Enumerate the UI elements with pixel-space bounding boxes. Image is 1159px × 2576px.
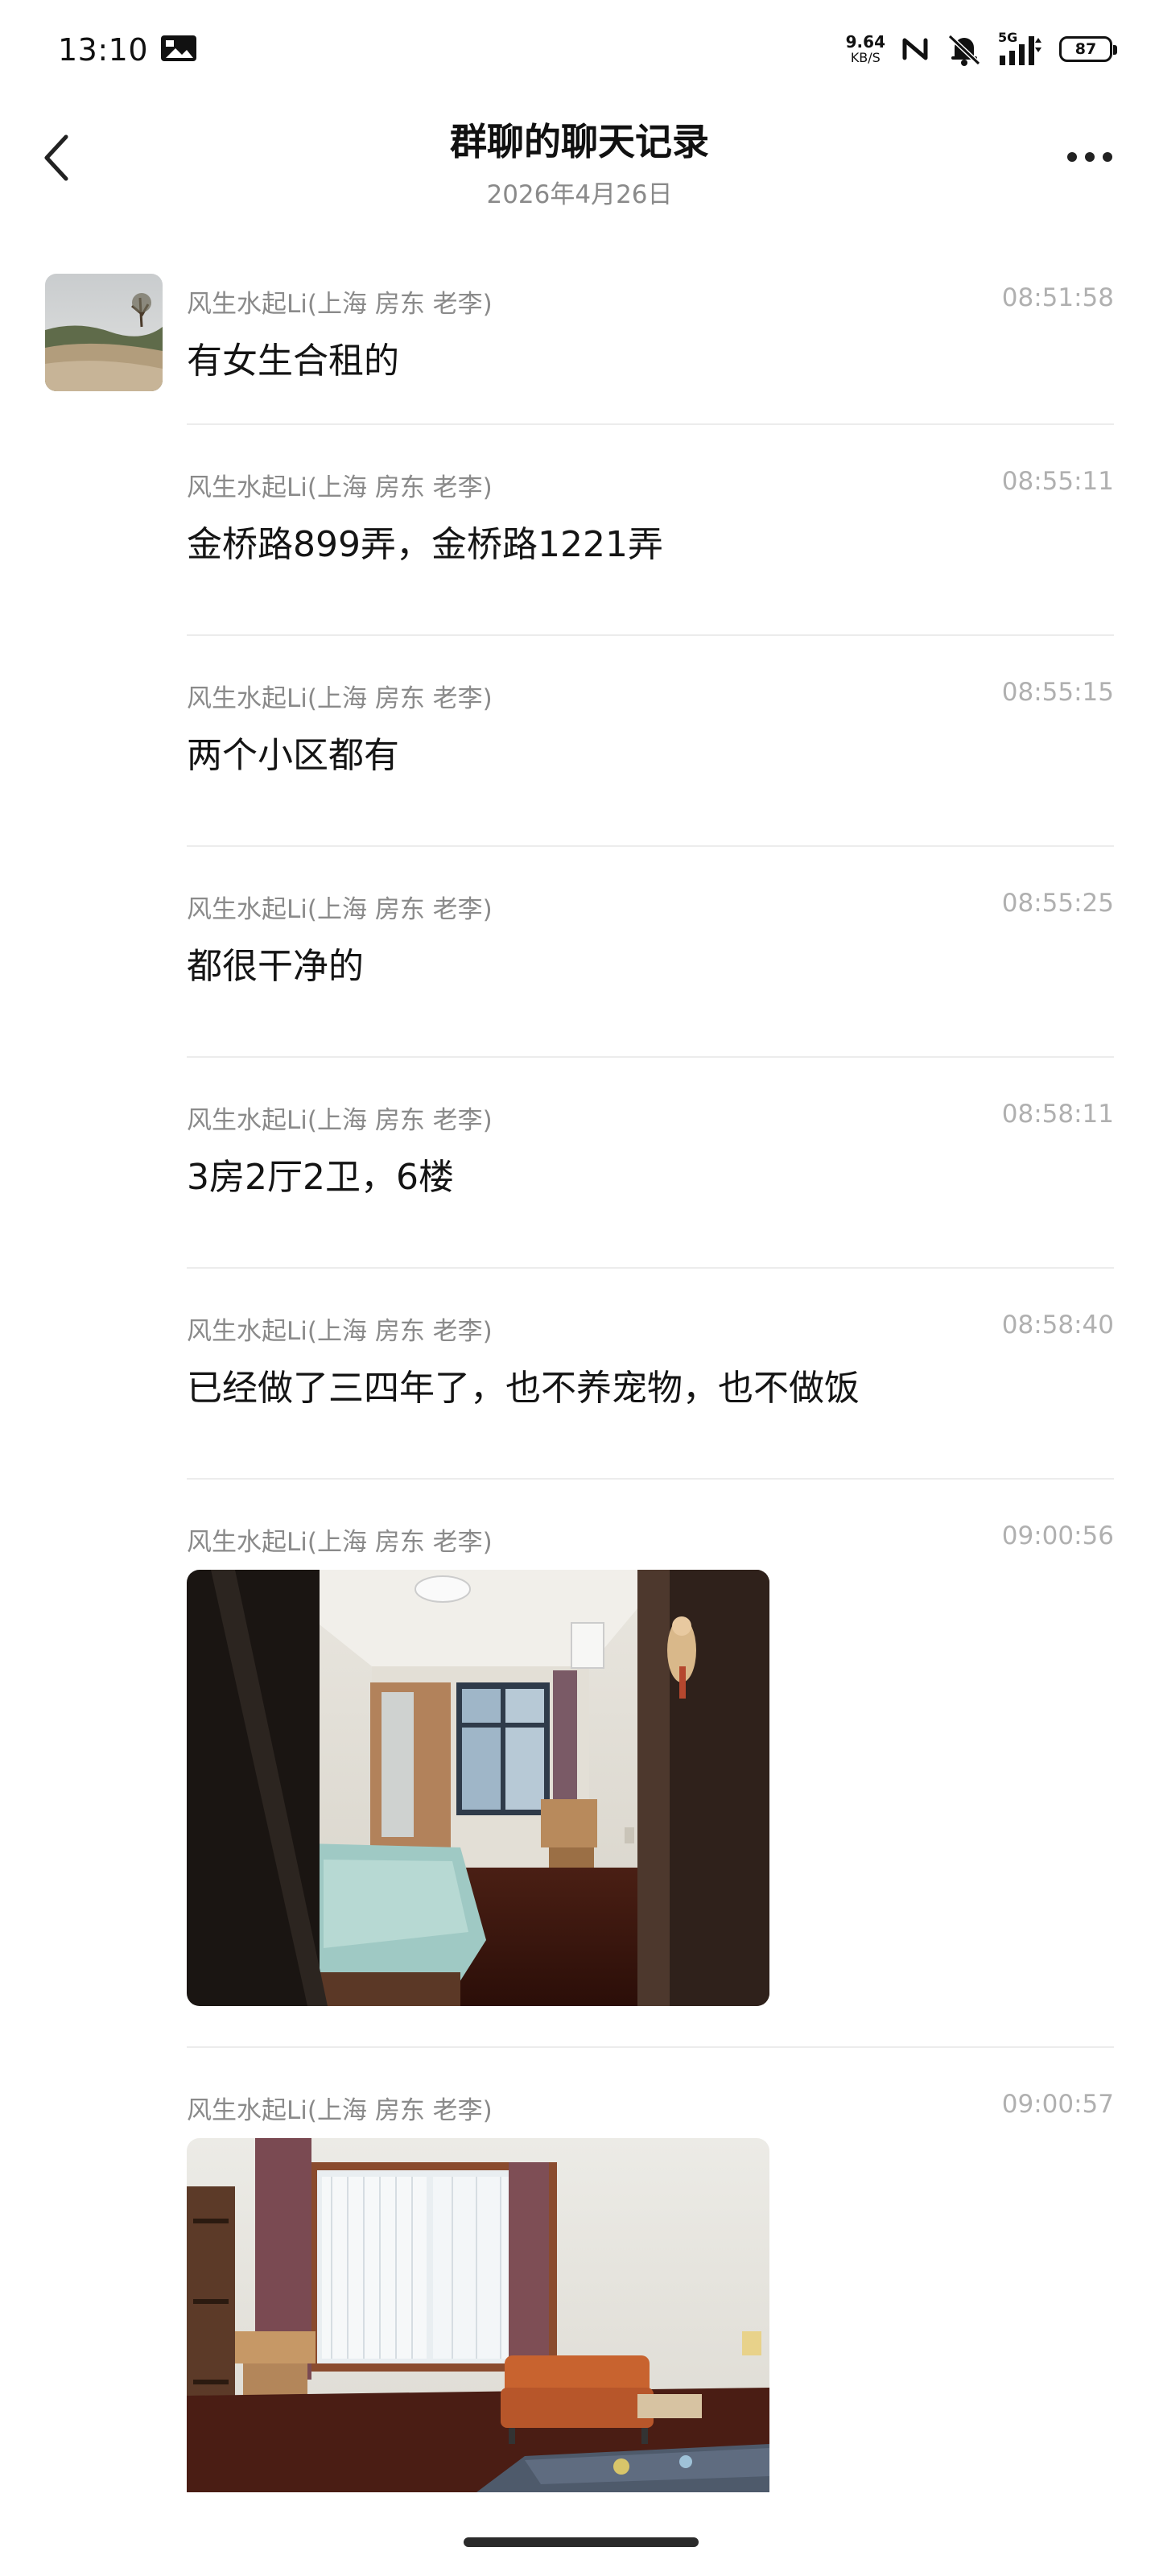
network-speed: 9.64 KB/S [846, 34, 885, 64]
message-item[interactable]: 风生水起Li(上海 房东 老李) 08:51:58 有女生合租的 [0, 242, 1159, 425]
message-timestamp: 08:58:40 [1001, 1311, 1114, 1340]
message-timestamp: 09:00:57 [1001, 2090, 1114, 2119]
silent-bell-icon [947, 34, 981, 66]
message-timestamp: 09:00:56 [1001, 1521, 1114, 1550]
network-speed-unit: KB/S [850, 50, 881, 65]
notification-image-icon [161, 35, 196, 61]
message-text[interactable]: 有女生合租的 [187, 332, 399, 383]
message-timestamp: 08:51:58 [1001, 283, 1114, 312]
sender-name: 风生水起Li(上海 房东 老李) [187, 895, 493, 924]
battery-level: 87 [1074, 40, 1097, 58]
message-text[interactable]: 3房2厅2卫，6楼 [187, 1148, 454, 1199]
sender-name: 风生水起Li(上海 房东 老李) [187, 684, 493, 713]
message-timestamp: 08:58:11 [1001, 1100, 1114, 1129]
network-speed-value: 9.64 [845, 32, 885, 52]
message-timestamp: 08:55:25 [1001, 889, 1114, 918]
sender-name: 风生水起Li(上海 房东 老李) [187, 2096, 493, 2125]
message-timestamp: 08:55:11 [1001, 467, 1114, 496]
signal-5g-icon: 5G [998, 30, 1045, 67]
message-item[interactable]: 风生水起Li(上海 房东 老李) 08:55:25 都很干净的 [0, 847, 1159, 1058]
sender-name: 风生水起Li(上海 房东 老李) [187, 1317, 493, 1346]
page-title: 群聊的聊天记录 [450, 120, 709, 163]
message-item[interactable]: 风生水起Li(上海 房东 老李) 08:58:40 已经做了三四年了，也不养宠物… [0, 1269, 1159, 1480]
photo-bedroom-1[interactable] [187, 1570, 769, 2006]
header: 群聊的聊天记录 2026年4月26日 [0, 105, 1159, 225]
photo-bedroom-2[interactable] [187, 2138, 769, 2492]
status-bar: 13:10 9.64 KB/S 5G 87 [0, 0, 1159, 105]
message-item[interactable]: 风生水起Li(上海 房东 老李) 09:00:57 [0, 2048, 1159, 2492]
status-time: 13:10 [58, 32, 149, 68]
battery-icon: 87 [1059, 36, 1117, 62]
sender-name: 风生水起Li(上海 房东 老李) [187, 290, 493, 319]
status-icons: 9.64 KB/S 5G 87 [846, 29, 1117, 69]
page-subtitle-date: 2026年4月26日 [486, 180, 673, 209]
message-item[interactable]: 风生水起Li(上海 房东 老李) 08:58:11 3房2厅2卫，6楼 [0, 1058, 1159, 1269]
message-timestamp: 08:55:15 [1001, 678, 1114, 707]
message-text[interactable]: 两个小区都有 [187, 726, 399, 778]
message-item[interactable]: 风生水起Li(上海 房东 老李) 08:55:15 两个小区都有 [0, 636, 1159, 847]
avatar[interactable] [45, 274, 163, 391]
message-item[interactable]: 风生水起Li(上海 房东 老李) 09:00:56 [0, 1480, 1159, 2048]
sender-name: 风生水起Li(上海 房东 老李) [187, 1528, 493, 1557]
sender-name: 风生水起Li(上海 房东 老李) [187, 473, 493, 502]
message-list: 风生水起Li(上海 房东 老李) 08:51:58 有女生合租的 风生水起Li(… [0, 242, 1159, 2492]
message-text[interactable]: 已经做了三四年了，也不养宠物，也不做饭 [187, 1359, 860, 1410]
message-text[interactable]: 都很干净的 [187, 937, 364, 989]
sender-name: 风生水起Li(上海 房东 老李) [187, 1106, 493, 1135]
nfc-icon [902, 38, 928, 60]
more-dots-icon[interactable] [1058, 137, 1122, 177]
message-text[interactable]: 金桥路899弄，金桥路1221弄 [187, 515, 663, 567]
message-item[interactable]: 风生水起Li(上海 房东 老李) 08:55:11 金桥路899弄，金桥路122… [0, 425, 1159, 636]
home-gesture-bar[interactable] [464, 2537, 699, 2547]
